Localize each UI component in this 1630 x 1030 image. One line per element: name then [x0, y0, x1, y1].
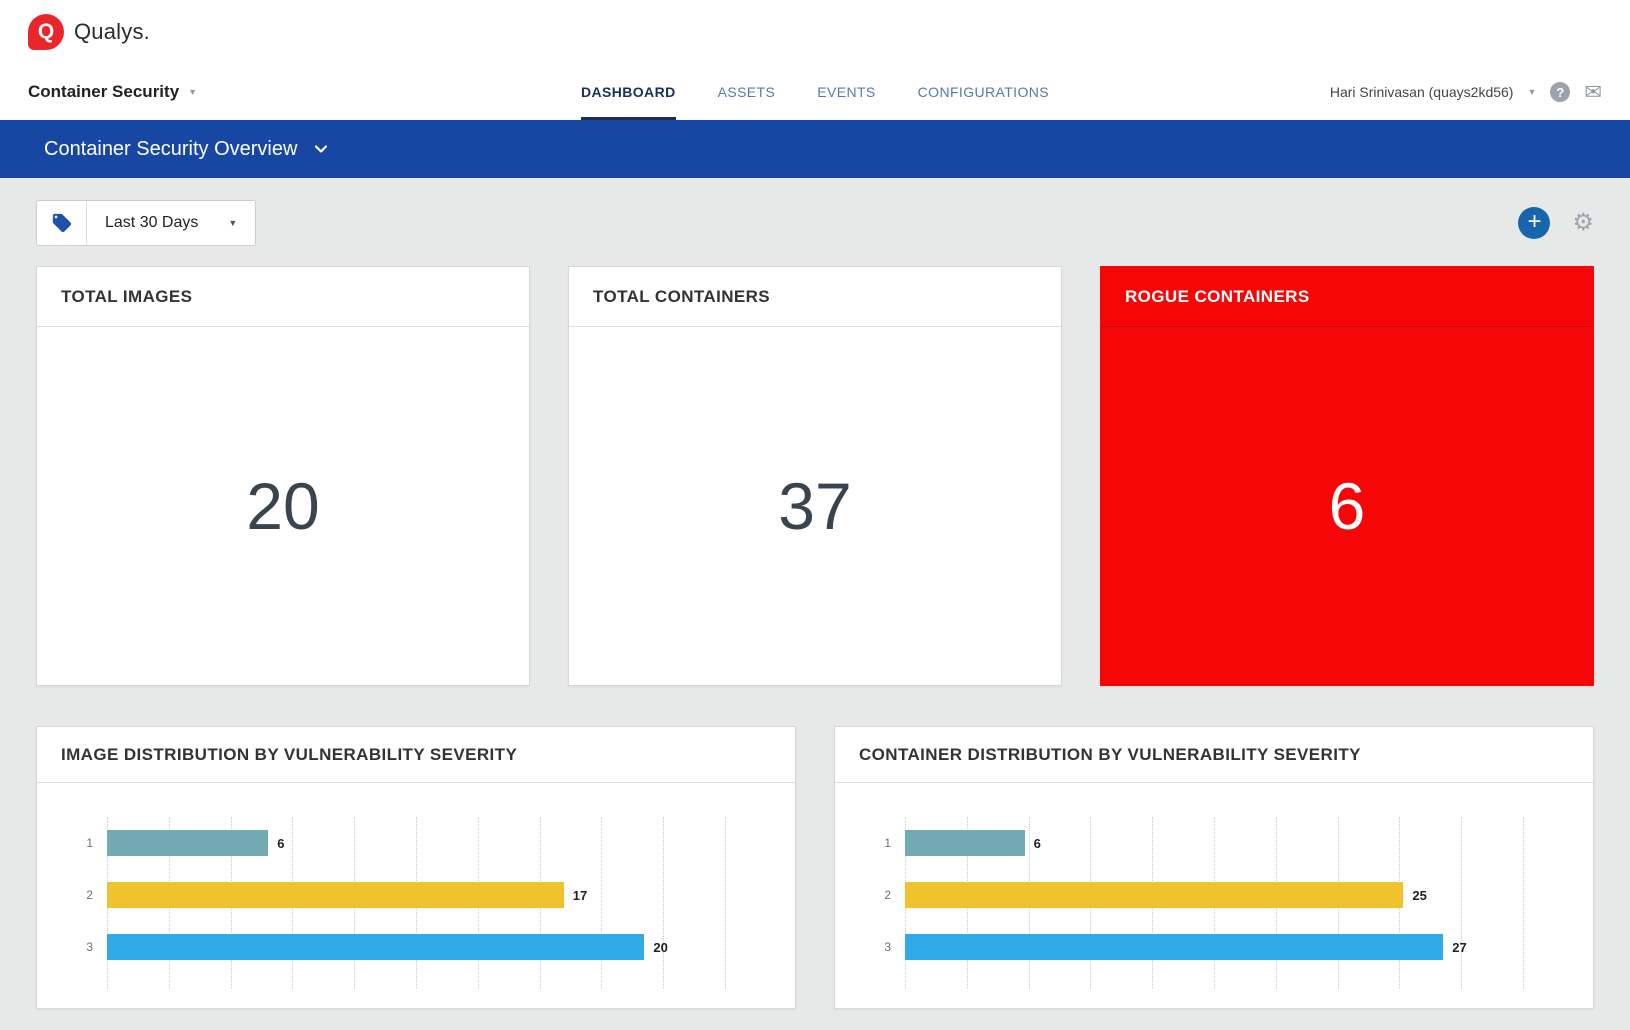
dashboard-main: TOTAL IMAGES 20 TOTAL CONTAINERS 37 ROGU…	[0, 266, 1630, 1009]
stat-card-rogue-containers[interactable]: ROGUE CONTAINERS 6	[1100, 266, 1594, 686]
chevron-down-icon[interactable]	[311, 139, 331, 159]
bar-value-label: 27	[1452, 940, 1466, 955]
date-range-value: Last 30 Days	[105, 214, 198, 232]
date-range-dropdown[interactable]: Last 30 Days ▼	[87, 201, 255, 245]
bar-value-label: 17	[573, 888, 587, 903]
chart-title: CONTAINER DISTRIBUTION BY VULNERABILITY …	[835, 727, 1593, 783]
gridline	[725, 817, 726, 989]
tick-label: 3	[865, 921, 891, 973]
add-widget-button[interactable]: +	[1518, 207, 1550, 239]
toolbar-right: + ⚙	[1518, 207, 1594, 239]
bar-row: 25	[905, 869, 1523, 921]
chart-body: 1 2 3 6 17 20	[37, 783, 795, 999]
tick-label: 2	[67, 869, 93, 921]
toolbar: Last 30 Days ▼ + ⚙	[0, 178, 1630, 266]
tab-events[interactable]: EVENTS	[817, 64, 875, 120]
bar-row: 6	[905, 817, 1523, 869]
bar-value-label: 6	[277, 836, 284, 851]
chart-body: 1 2 3 6 25 27	[835, 783, 1593, 999]
bar-row: 20	[107, 921, 725, 973]
settings-gear-icon[interactable]: ⚙	[1572, 211, 1594, 235]
tick-label: 2	[865, 869, 891, 921]
gridline	[1523, 817, 1524, 989]
chart-row: IMAGE DISTRIBUTION BY VULNERABILITY SEVE…	[0, 726, 1630, 1009]
bar-severity-2[interactable]	[107, 882, 564, 908]
plot-area: 6 25 27	[905, 817, 1523, 989]
qualys-logo: Q Qualys.	[28, 14, 150, 50]
qualys-logo-text: Qualys.	[74, 19, 150, 45]
tick-label: 1	[67, 817, 93, 869]
stat-card-value: 6	[1101, 327, 1593, 685]
tick-label: 3	[67, 921, 93, 973]
stat-card-total-containers[interactable]: TOTAL CONTAINERS 37	[568, 266, 1062, 686]
bar-severity-1[interactable]	[905, 830, 1025, 856]
bar-severity-3[interactable]	[905, 934, 1443, 960]
bar-severity-3[interactable]	[107, 934, 644, 960]
tab-dashboard[interactable]: DASHBOARD	[581, 64, 676, 120]
help-icon[interactable]: ?	[1550, 82, 1570, 102]
bar-row: 17	[107, 869, 725, 921]
app-switcher[interactable]: Container Security ▼	[28, 82, 197, 102]
nav-left: Container Security ▼	[28, 64, 581, 120]
bar-value-label: 20	[653, 940, 667, 955]
dashboard-selector-bar[interactable]: Container Security Overview	[0, 120, 1630, 178]
tag-filter-button[interactable]	[37, 201, 87, 245]
tab-configurations[interactable]: CONFIGURATIONS	[918, 64, 1049, 120]
mail-icon[interactable]: ✉	[1584, 82, 1602, 103]
bar-value-label: 6	[1034, 836, 1041, 851]
bar-value-label: 25	[1412, 888, 1426, 903]
stat-card-title: TOTAL CONTAINERS	[569, 267, 1061, 327]
tag-icon	[51, 212, 73, 234]
bar-row: 27	[905, 921, 1523, 973]
logo-row: Q Qualys.	[0, 0, 1630, 64]
bar-severity-1[interactable]	[107, 830, 268, 856]
chart-card-image-distribution[interactable]: IMAGE DISTRIBUTION BY VULNERABILITY SEVE…	[36, 726, 796, 1009]
bar-severity-2[interactable]	[905, 882, 1403, 908]
tick-label: 1	[865, 817, 891, 869]
qualys-logo-icon: Q	[28, 14, 64, 50]
stat-card-title: TOTAL IMAGES	[37, 267, 529, 327]
tab-assets[interactable]: ASSETS	[718, 64, 776, 120]
app-switcher-label: Container Security	[28, 82, 179, 102]
user-menu[interactable]: Hari Srinivasan (quays2kd56)	[1330, 84, 1514, 100]
bar-row: 6	[107, 817, 725, 869]
stat-card-value: 37	[569, 327, 1061, 685]
stat-card-value: 20	[37, 327, 529, 685]
chart-card-container-distribution[interactable]: CONTAINER DISTRIBUTION BY VULNERABILITY …	[834, 726, 1594, 1009]
chevron-down-icon: ▼	[228, 218, 237, 228]
stat-card-total-images[interactable]: TOTAL IMAGES 20	[36, 266, 530, 686]
nav-right: Hari Srinivasan (quays2kd56) ▼ ? ✉	[1049, 64, 1602, 120]
filter-group: Last 30 Days ▼	[36, 200, 256, 246]
stat-row: TOTAL IMAGES 20 TOTAL CONTAINERS 37 ROGU…	[0, 266, 1630, 686]
stat-card-title: ROGUE CONTAINERS	[1101, 267, 1593, 327]
main-nav: DASHBOARD ASSETS EVENTS CONFIGURATIONS	[581, 64, 1049, 120]
dashboard-title: Container Security Overview	[44, 138, 297, 161]
y-axis-ticks: 1 2 3	[67, 817, 93, 989]
top-header: Q Qualys. Container Security ▼ DASHBOARD…	[0, 0, 1630, 120]
chevron-down-icon[interactable]: ▼	[1527, 87, 1536, 97]
plot-area: 6 17 20	[107, 817, 725, 989]
y-axis-ticks: 1 2 3	[865, 817, 891, 989]
nav-row: Container Security ▼ DASHBOARD ASSETS EV…	[0, 64, 1630, 120]
chevron-down-icon: ▼	[188, 87, 197, 97]
chart-title: IMAGE DISTRIBUTION BY VULNERABILITY SEVE…	[37, 727, 795, 783]
